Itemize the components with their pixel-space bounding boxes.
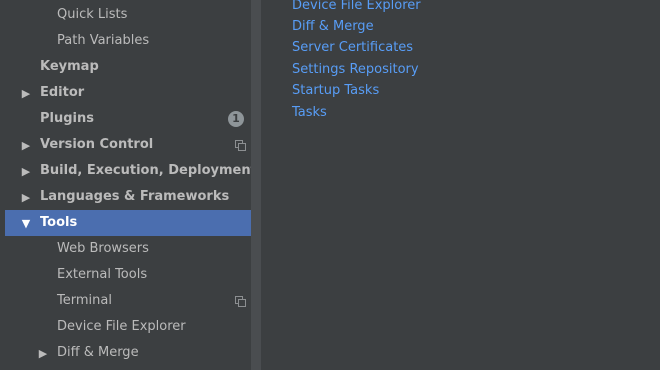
splitter[interactable] [251,0,261,370]
tree-item-version-control[interactable]: ▶ Version Control [5,132,251,158]
project-settings-copy-icon [235,140,246,151]
tree-item-label: Languages & Frameworks [40,189,230,204]
link-diff-merge[interactable]: Diff & Merge [292,17,374,37]
tree-item-label: Path Variables [57,33,150,48]
tree-item-languages-frameworks[interactable]: ▶ Languages & Frameworks [5,184,251,210]
collapse-arrow-icon[interactable]: ▼ [20,210,32,236]
link-startup-tasks[interactable]: Startup Tasks [292,81,379,101]
tree-item-label: Terminal [57,293,112,308]
tree-item-label: Editor [40,85,85,100]
tree-item-diff-merge[interactable]: ▶ Diff & Merge [5,340,251,366]
tree-item-label: Diff & Merge [57,345,139,360]
tree-item-device-file-explorer[interactable]: Device File Explorer [5,314,251,340]
tree-item-quick-lists[interactable]: Quick Lists [5,2,251,28]
tree-item-label: Version Control [40,137,154,152]
tree-item-web-browsers[interactable]: Web Browsers [5,236,251,262]
expand-arrow-icon[interactable]: ▶ [20,132,32,158]
tree-item-label: External Tools [57,267,148,282]
tree-item-terminal[interactable]: Terminal [5,288,251,314]
project-settings-copy-icon [235,296,246,307]
tree-item-plugins[interactable]: Plugins 1 [5,106,251,132]
tree-item-path-variables[interactable]: Path Variables [5,28,251,54]
settings-content-panel: Device File Explorer Diff & Merge Server… [261,0,660,370]
tree-item-label: Tools [40,215,78,230]
tree-item-editor[interactable]: ▶ Editor [5,80,251,106]
expand-arrow-icon[interactable]: ▶ [20,80,32,106]
tree-item-external-tools[interactable]: External Tools [5,262,251,288]
expand-arrow-icon[interactable]: ▶ [20,158,32,184]
tree-item-label: Device File Explorer [57,319,186,334]
expand-arrow-icon[interactable]: ▶ [20,184,32,210]
link-tasks[interactable]: Tasks [292,103,327,123]
tree-item-label: Keymap [40,59,99,74]
link-device-file-explorer[interactable]: Device File Explorer [292,0,421,16]
tree-item-label: Plugins [40,111,94,126]
update-count-badge: 1 [228,111,244,127]
settings-tree: Quick Lists Path Variables Keymap ▶ Edit… [0,0,251,370]
tree-item-label: Web Browsers [57,241,149,256]
link-settings-repository[interactable]: Settings Repository [292,60,419,80]
tree-item-build-execution-deployment[interactable]: ▶ Build, Execution, Deployment [5,158,251,184]
tree-item-tools[interactable]: ▼ Tools [5,210,251,236]
tree-item-label: Quick Lists [57,7,128,22]
tree-item-label: Build, Execution, Deployment [40,163,251,178]
expand-arrow-icon[interactable]: ▶ [37,340,49,366]
tree-item-keymap[interactable]: Keymap [5,54,251,80]
link-server-certificates[interactable]: Server Certificates [292,38,413,58]
